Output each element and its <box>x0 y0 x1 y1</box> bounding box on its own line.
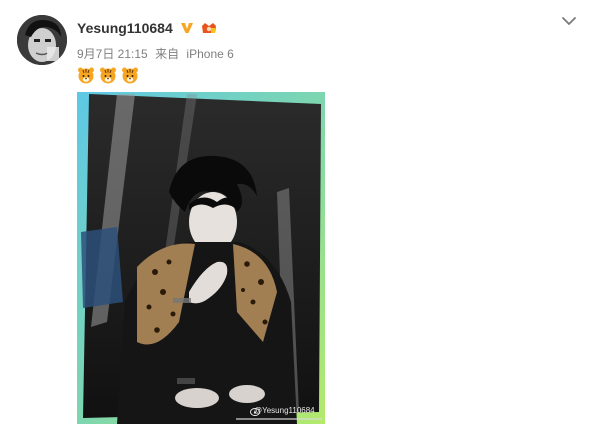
tiger-face-icon <box>100 67 116 84</box>
photo-watermark: @Yesung110684 <box>254 406 315 415</box>
username[interactable]: Yesung110684 <box>77 20 173 36</box>
avatar-image <box>17 15 67 65</box>
member-crown-icon[interactable] <box>200 21 218 35</box>
tiger-face-icon <box>78 67 94 84</box>
timestamp[interactable]: 9月7日 21:15 <box>77 47 148 61</box>
tiger-face-icon <box>122 67 138 84</box>
watermark-url-mark <box>236 418 322 420</box>
chevron-down-icon[interactable] <box>560 14 578 28</box>
photo-image <box>77 92 325 424</box>
emoji-row <box>77 66 139 84</box>
verified-v-icon[interactable] <box>180 21 194 35</box>
post-meta: 9月7日 21:15 来自 iPhone 6 <box>77 45 238 62</box>
post-photo[interactable] <box>77 92 325 424</box>
avatar[interactable] <box>17 15 67 65</box>
source-prefix: 来自 <box>155 47 180 61</box>
weibo-post: Yesung110684 9月7日 21:15 来自 iPhone 6 @Yes… <box>0 0 591 436</box>
source-device[interactable]: iPhone 6 <box>186 47 233 61</box>
